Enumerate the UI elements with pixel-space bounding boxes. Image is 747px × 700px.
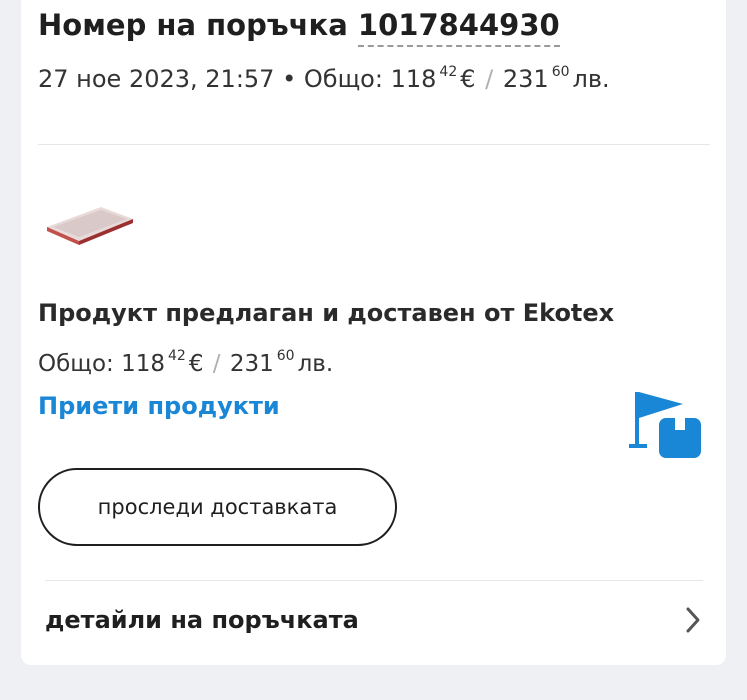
order-total-label: Общо: — [303, 65, 383, 93]
currency-separator: / — [485, 65, 494, 93]
order-card: Номер на поръчка 1017844930 27 ное 2023,… — [21, 0, 726, 665]
order-meta: 27 ное 2023, 21:57 • Общо: 118 42 € / 231 6… — [38, 64, 610, 93]
chevron-right-icon[interactable] — [683, 605, 703, 635]
product-total-bgn-symbol: лв. — [297, 351, 334, 377]
order-title-prefix: Номер на поръчка — [38, 8, 348, 42]
currency-separator: / — [212, 351, 221, 377]
product-total-bgn-int: 231 — [229, 351, 274, 377]
delivery-status-link[interactable]: Приети продукти — [38, 392, 280, 420]
product-thumbnail[interactable] — [43, 205, 135, 245]
order-title: Номер на поръчка 1017844930 — [38, 8, 560, 47]
product-total-label: Общо: — [38, 351, 114, 377]
product-total: Общо: 118 42 € / 231 60 лв. — [38, 348, 333, 377]
order-total-eur-dec: 42 — [439, 64, 458, 80]
product-total-eur-symbol: € — [188, 351, 204, 377]
order-total-eur-symbol: € — [460, 65, 476, 93]
order-details-label: детайли на поръчката — [45, 606, 359, 634]
track-delivery-button[interactable]: проследи доставката — [38, 468, 397, 546]
product-total-bgn-dec: 60 — [276, 348, 295, 364]
order-details-row[interactable]: детайли на поръчката — [45, 590, 703, 650]
order-total-bgn-int: 231 — [502, 65, 549, 93]
order-total-bgn-symbol: лв. — [572, 65, 610, 93]
order-total-eur-int: 118 — [390, 65, 437, 93]
meta-bullet: • — [282, 65, 297, 93]
order-number[interactable]: 1017844930 — [357, 8, 560, 47]
product-total-eur-int: 118 — [121, 351, 165, 377]
product-seller: Продукт предлаган и доставен от Ekotex — [38, 299, 615, 327]
order-total-bgn-dec: 60 — [551, 64, 570, 80]
divider — [38, 144, 710, 145]
order-date: 27 ное 2023, 21:57 — [38, 65, 275, 93]
delivered-flag-box-icon — [629, 392, 701, 458]
divider — [45, 580, 703, 581]
product-total-eur-dec: 42 — [168, 348, 186, 364]
